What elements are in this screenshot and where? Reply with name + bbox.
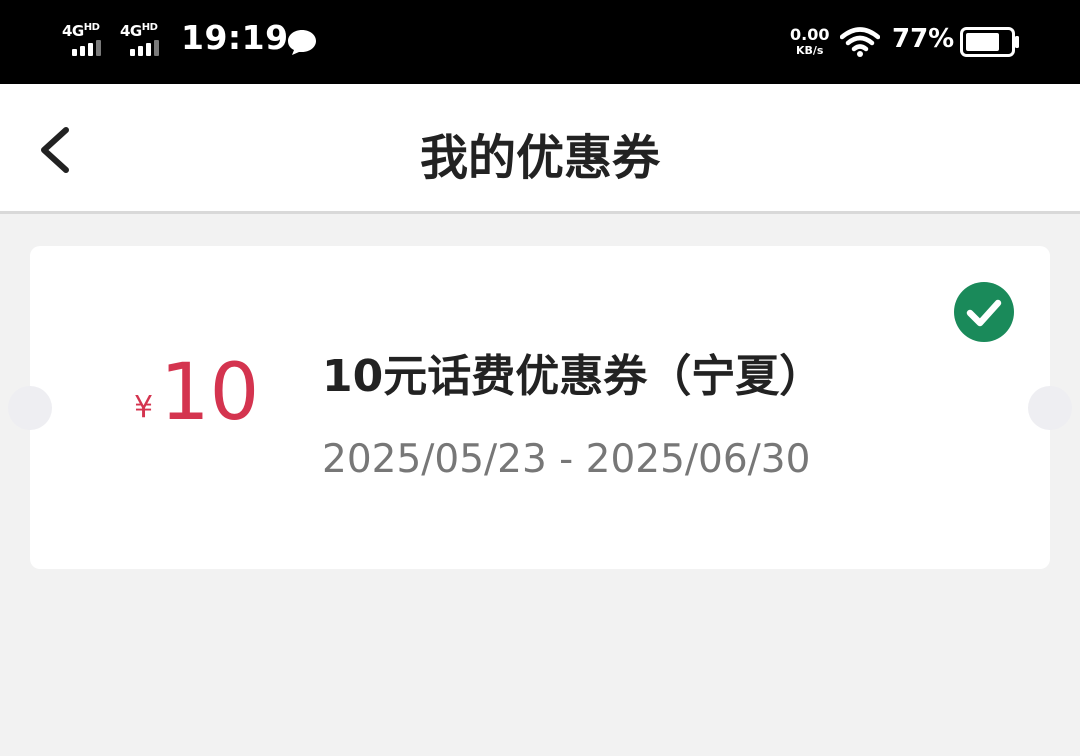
sim1-network-label: 4G [62, 22, 84, 40]
page-title: 我的优惠券 [419, 130, 660, 186]
battery-percent: 77% [892, 24, 955, 54]
coupon-notch-left [8, 386, 52, 430]
sim1-signal-icon: 4GHD [62, 22, 112, 58]
coupon-notch-right [1028, 386, 1072, 430]
sim2-network-label: 4G [120, 22, 142, 40]
sim2-signal-icon: 4GHD [120, 22, 170, 58]
network-speed-unit: KB/s [796, 44, 824, 57]
status-time: 19:19 [181, 18, 289, 57]
currency-symbol: ¥ [134, 390, 154, 425]
wifi-icon [840, 27, 880, 57]
sim1-hd-label: HD [83, 22, 100, 33]
network-speed: 0.00 KB/s [790, 25, 830, 57]
coupon-date-range: 2025/05/23 - 2025/06/30 [322, 437, 811, 482]
status-bar: 4GHD 4GHD 19:19 0.00 KB/s 77% [0, 0, 1080, 84]
coupon-amount: 10 [160, 348, 260, 438]
coupon-name: 10元话费优惠券（宁夏） [322, 351, 824, 402]
sim2-hd-label: HD [141, 22, 158, 33]
network-speed-value: 0.00 [790, 25, 830, 44]
chat-notification-icon [288, 30, 316, 55]
battery-icon [960, 27, 1019, 57]
check-circle-icon[interactable] [954, 282, 1014, 342]
page-header: 我的优惠券 [0, 84, 1080, 214]
